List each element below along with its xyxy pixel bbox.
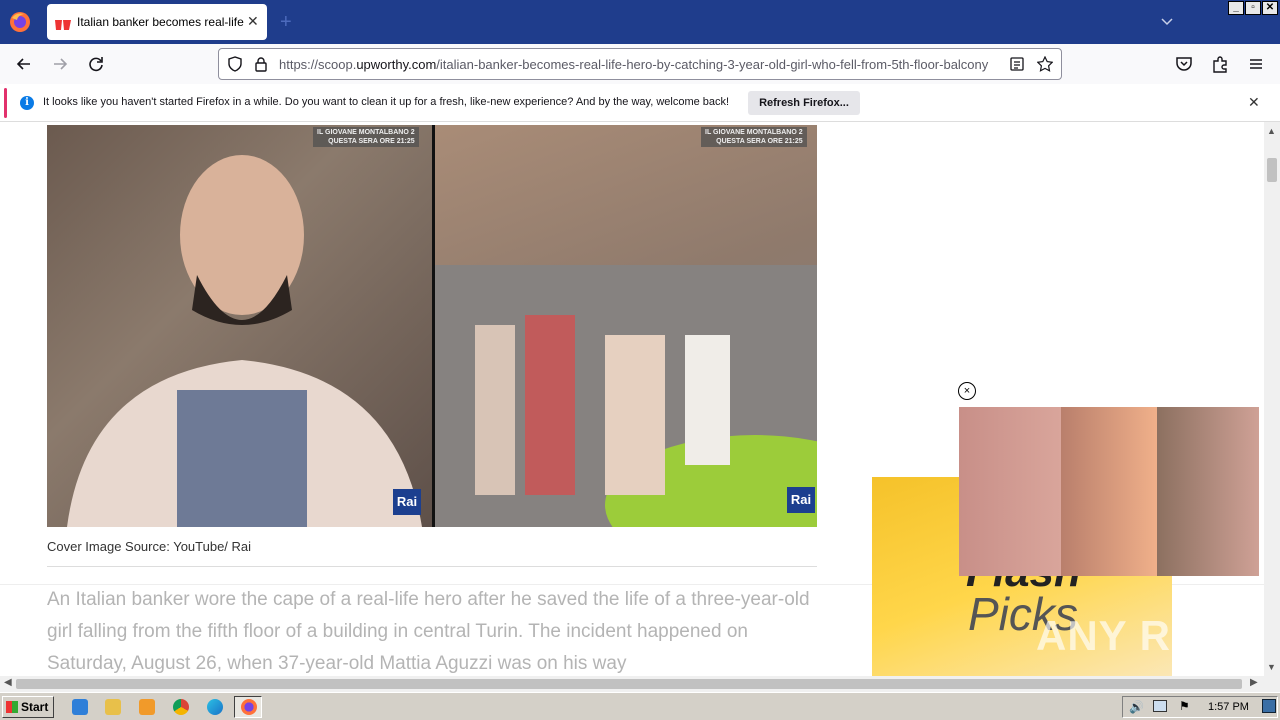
action-center-flag-icon[interactable]: ⚑ — [1179, 699, 1190, 713]
file-explorer-icon[interactable] — [105, 699, 121, 715]
scrollbar-corner — [1264, 676, 1280, 692]
start-button[interactable]: Start — [2, 696, 54, 718]
navigation-toolbar: https://scoop.upworthy.com/italian-banke… — [0, 44, 1280, 84]
media-player-icon[interactable] — [139, 699, 155, 715]
firefox-icon — [241, 699, 257, 715]
refresh-firefox-button[interactable]: Refresh Firefox... — [748, 91, 860, 115]
tab-strip: Italian banker becomes real-life hero ✕ … — [0, 0, 1280, 44]
tracking-protection-icon[interactable] — [227, 56, 243, 72]
floating-video-player[interactable] — [959, 407, 1259, 576]
scroll-up-icon[interactable]: ▲ — [1267, 126, 1276, 136]
chrome-icon[interactable] — [173, 699, 189, 715]
forward-icon[interactable] — [50, 54, 70, 74]
tab-close-icon[interactable]: ✕ — [247, 14, 261, 28]
page-content: IL GIOVANE MONTALBANO 2 QUESTA SERA ORE 2… — [0, 122, 1264, 676]
anyrun-watermark: ANY RUN — [1036, 612, 1234, 659]
lock-icon[interactable] — [253, 56, 269, 72]
scroll-right-icon[interactable]: ▶ — [1250, 677, 1258, 688]
notification-bar: i It looks like you haven't started Fire… — [0, 84, 1280, 122]
taskbar: Start 🔊 ⚑ 1:57 PM — [0, 692, 1280, 720]
tab-title: Italian banker becomes real-life hero — [77, 15, 245, 29]
broadcast-overlay-left: IL GIOVANE MONTALBANO 2 QUESTA SERA ORE 2… — [313, 127, 419, 147]
window-close-icon[interactable]: ✕ — [1262, 1, 1278, 15]
volume-icon[interactable]: 🔊 — [1129, 700, 1144, 714]
start-label: Start — [21, 700, 49, 714]
minimize-icon[interactable]: _ — [1228, 1, 1244, 15]
restore-icon[interactable]: ▫ — [1245, 1, 1261, 15]
scroll-left-icon[interactable]: ◀ — [4, 677, 12, 688]
clock[interactable]: 1:57 PM — [1208, 701, 1249, 713]
horizontal-scroll-thumb[interactable] — [16, 679, 1242, 689]
pocket-icon[interactable] — [1174, 54, 1194, 74]
upworthy-favicon-icon — [55, 17, 71, 30]
horizontal-scrollbar[interactable]: ◀ ▶ — [0, 676, 1264, 692]
cover-image: IL GIOVANE MONTALBANO 2 QUESTA SERA ORE 2… — [47, 125, 905, 575]
reader-view-icon[interactable] — [1009, 56, 1025, 72]
info-icon: i — [20, 96, 34, 110]
list-all-tabs-icon[interactable] — [1160, 15, 1174, 27]
notification-message: It looks like you haven't started Firefo… — [43, 96, 730, 108]
reload-icon[interactable] — [86, 54, 106, 74]
vertical-scroll-thumb[interactable] — [1267, 158, 1277, 182]
broadcast-overlay-right: IL GIOVANE MONTALBANO 2 QUESTA SERA ORE 2… — [701, 127, 807, 147]
new-tab-icon[interactable]: + — [280, 12, 292, 32]
caption-divider — [47, 566, 817, 567]
rai-logo-right: Rai — [787, 487, 815, 513]
network-icon[interactable] — [1153, 700, 1167, 712]
bookmark-star-icon[interactable] — [1036, 55, 1054, 72]
system-tray: 🔊 ⚑ — [1122, 696, 1278, 718]
article-body: An Italian banker wore the cape of a rea… — [47, 589, 810, 674]
show-desktop-icon[interactable] — [1262, 699, 1276, 713]
extensions-icon[interactable] — [1210, 54, 1230, 74]
windows-logo-icon — [6, 701, 18, 713]
app-menu-icon[interactable] — [1246, 54, 1266, 74]
cover-image-street: IL GIOVANE MONTALBANO 2 QUESTA SERA ORE 2… — [435, 125, 905, 575]
notification-close-icon[interactable]: ✕ — [1248, 95, 1260, 109]
vertical-scrollbar[interactable]: ▲ ▼ — [1264, 122, 1280, 676]
tab-active[interactable]: Italian banker becomes real-life hero ✕ — [47, 4, 267, 40]
cover-image-portrait: IL GIOVANE MONTALBANO 2 QUESTA SERA ORE 2… — [47, 125, 432, 527]
notification-accent — [4, 88, 7, 118]
firefox-menu-icon[interactable] — [8, 10, 32, 34]
firefox-taskbar-button[interactable] — [234, 696, 262, 718]
url-text[interactable]: https://scoop.upworthy.com/italian-banke… — [279, 57, 999, 72]
edge-icon[interactable] — [207, 699, 223, 715]
rai-logo-left: Rai — [393, 489, 421, 515]
internet-explorer-icon[interactable] — [72, 699, 88, 715]
scroll-down-icon[interactable]: ▼ — [1267, 662, 1276, 672]
back-icon[interactable] — [14, 54, 34, 74]
video-close-button[interactable]: × — [958, 382, 976, 400]
url-bar[interactable]: https://scoop.upworthy.com/italian-banke… — [218, 48, 1062, 80]
image-caption: Cover Image Source: YouTube/ Rai — [47, 539, 252, 554]
